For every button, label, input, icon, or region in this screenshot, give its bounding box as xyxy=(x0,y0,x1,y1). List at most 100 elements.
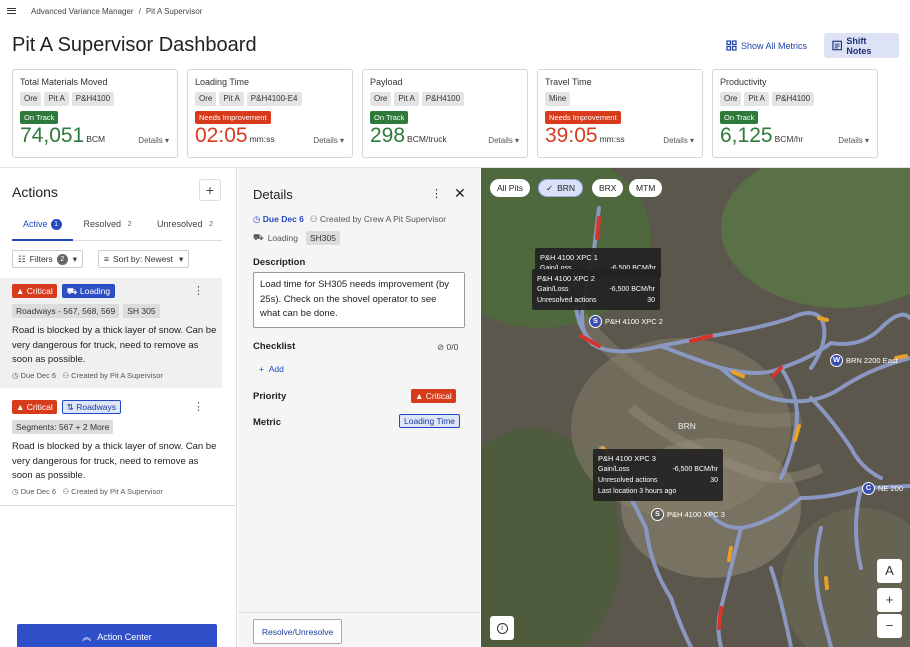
filter-icon: ☷ xyxy=(18,253,26,264)
shift-notes-button[interactable]: Shift Notes xyxy=(824,33,899,58)
kpi-card-loading-time[interactable]: Loading Time Ore Pit A P&H4100-E4 Needs … xyxy=(187,69,353,158)
tooltip-row: Unresolved actions 30 xyxy=(537,295,655,306)
north-arrow-button[interactable]: A xyxy=(877,559,902,583)
more-options-icon[interactable]: ⋮ xyxy=(193,284,204,297)
zoom-in-button[interactable]: + xyxy=(877,588,902,612)
chip-all-pits[interactable]: All Pits xyxy=(490,179,530,197)
equipment-tag: SH305 xyxy=(305,231,340,245)
details-category: ⛟ Loading SH305 xyxy=(253,231,340,245)
filters-button[interactable]: ☷ Filters 2 ▾ xyxy=(12,250,84,268)
due-date: ◷ Due Dec 6 xyxy=(253,214,304,225)
caret-down-icon: ▾ xyxy=(178,253,184,264)
caret-down-icon: ▾ xyxy=(339,136,344,145)
marker-label: NE 200 xyxy=(878,484,904,493)
type-label: Roadways xyxy=(76,402,116,412)
tooltip-key: Gain/Loss xyxy=(598,466,630,473)
tab-count: 2 xyxy=(127,221,132,228)
map-marker-waypoint[interactable]: W BRN 2200 East xyxy=(830,354,898,367)
page-title: Pit A Supervisor Dashboard xyxy=(12,34,257,56)
chip-mtm[interactable]: MTM xyxy=(629,179,663,197)
info-button[interactable]: i xyxy=(490,616,514,640)
check-circle-icon: ⊘ xyxy=(437,342,445,352)
details-dropdown[interactable]: Details ▾ xyxy=(138,136,169,145)
details-dropdown[interactable]: Details ▾ xyxy=(488,136,519,145)
breadcrumb-current: Pit A Supervisor xyxy=(145,6,203,16)
action-meta: ◷ Due Dec 6 ⚇ Created by Pit A Superviso… xyxy=(12,371,210,380)
info-icon: i xyxy=(496,623,508,634)
details-dropdown[interactable]: Details ▾ xyxy=(313,136,344,145)
breadcrumb-root[interactable]: Advanced Variance Manager xyxy=(31,7,134,16)
priority-badge[interactable]: ▲ Critical xyxy=(411,389,456,403)
map-view[interactable]: All Pits ✓BRN BRX MTM P&H 4100 XPC 1 Gai… xyxy=(481,168,910,647)
kpi-title: Travel Time xyxy=(545,77,592,87)
details-label: Details xyxy=(663,136,688,145)
segment-tag: SH 305 xyxy=(123,304,160,318)
user-icon: ⚇ xyxy=(62,370,70,380)
action-item[interactable]: ▲ Critical ⛟ Loading ⋮ Roadways - 567, 5… xyxy=(0,278,222,388)
tab-unresolved[interactable]: Unresolved 2 xyxy=(146,214,228,241)
menu-icon[interactable] xyxy=(7,8,16,14)
tab-resolved[interactable]: Resolved 2 xyxy=(73,214,147,241)
map-marker-crusher[interactable]: C NE 200 xyxy=(862,482,903,495)
kpi-card-travel-time[interactable]: Travel Time Mine Needs Improvement 39:05… xyxy=(537,69,703,158)
kpi-tag: Mine xyxy=(545,92,571,106)
due-date: Due Dec 6 xyxy=(20,370,57,380)
kpi-title: Productivity xyxy=(720,77,767,87)
filters-label: Filters xyxy=(29,254,53,264)
description-field[interactable]: Load time for SH305 needs improvement (b… xyxy=(253,272,465,328)
resolve-unresolve-button[interactable]: Resolve/Unresolve xyxy=(253,619,342,644)
chip-brn[interactable]: ✓ BRN xyxy=(538,179,584,197)
tooltip-value: 30 xyxy=(710,477,718,484)
action-description: Road is blocked by a thick layer of snow… xyxy=(12,441,217,481)
kpi-cards: Total Materials Moved Ore Pit A P&H4100 … xyxy=(12,69,878,158)
close-icon[interactable]: ✕ xyxy=(454,185,466,202)
chip-label: BRX xyxy=(599,183,617,193)
kpi-card-productivity[interactable]: Productivity Ore Pit A P&H4100 On Track … xyxy=(712,69,878,158)
kpi-tag: Ore xyxy=(720,92,742,106)
checklist-count: ⊘ 0/0 xyxy=(437,342,458,353)
kpi-tag: P&H4100 xyxy=(771,92,815,106)
truck-icon: ⛟ xyxy=(66,286,78,296)
kpi-title: Total Materials Moved xyxy=(20,77,108,87)
chip-label: MTM xyxy=(636,183,656,193)
show-all-metrics-label: Show All Metrics xyxy=(741,40,808,51)
kpi-card-total-materials[interactable]: Total Materials Moved Ore Pit A P&H4100 … xyxy=(12,69,178,158)
tab-active[interactable]: Active 1 xyxy=(12,214,73,241)
priority-badge: ▲ Critical xyxy=(12,400,57,414)
footer-divider xyxy=(238,612,480,613)
map-marker-shovel[interactable]: S P&H 4100 XPC 2 xyxy=(589,315,663,328)
notes-icon xyxy=(832,40,842,51)
due-label: Due Dec 6 xyxy=(262,214,304,224)
action-item[interactable]: ▲ Critical ⇅ Roadways ⋮ Segments: 567 + … xyxy=(0,394,222,504)
details-dropdown[interactable]: Details ▾ xyxy=(838,136,869,145)
map-marker-shovel[interactable]: S P&H 4100 XPC 3 xyxy=(651,508,725,521)
check-icon: ✓ xyxy=(546,182,554,193)
add-action-button[interactable]: + xyxy=(199,179,221,201)
tooltip-row: Gain/Loss -6,500 BCM/hr xyxy=(598,464,718,475)
created-by: ⚇ Created by Crew A Pit Supervisor xyxy=(310,214,446,225)
shift-notes-label: Shift Notes xyxy=(846,35,872,56)
metric-label: Metric xyxy=(253,417,281,428)
tooltip-value: -6,500 BCM/hr xyxy=(672,466,718,473)
created-by: Created by Pit A Supervisor xyxy=(71,486,163,496)
more-options-icon[interactable]: ⋮ xyxy=(431,187,442,200)
actions-panel: Actions + Active 1 Resolved 2 Unresolved 2 … xyxy=(0,168,237,647)
kpi-card-payload[interactable]: Payload Ore Pit A P&H4100 On Track 298 BC… xyxy=(362,69,528,158)
tooltip-key: Unresolved actions xyxy=(598,477,658,484)
filters-count: 2 xyxy=(56,253,68,265)
list-divider xyxy=(0,505,237,506)
kpi-value: 6,125 xyxy=(720,124,773,147)
zoom-out-button[interactable]: − xyxy=(877,614,902,638)
add-checklist-item-button[interactable]: + Add xyxy=(259,364,284,374)
pit-area-label: BRN xyxy=(678,421,696,431)
sort-dropdown[interactable]: ≡ Sort by: Newest ▾ xyxy=(98,250,190,268)
more-options-icon[interactable]: ⋮ xyxy=(193,400,204,413)
show-all-metrics-button[interactable]: Show All Metrics xyxy=(718,33,815,58)
details-dropdown[interactable]: Details ▾ xyxy=(663,136,694,145)
chip-brx[interactable]: BRX xyxy=(592,179,624,197)
priority-label: Critical xyxy=(26,286,53,296)
marker-label: BRN 2200 East xyxy=(846,356,898,365)
metric-badge[interactable]: Loading Time xyxy=(399,414,461,428)
user-icon: ⚇ xyxy=(309,214,318,224)
action-center-button[interactable]: ︽ Action Center xyxy=(17,624,217,647)
